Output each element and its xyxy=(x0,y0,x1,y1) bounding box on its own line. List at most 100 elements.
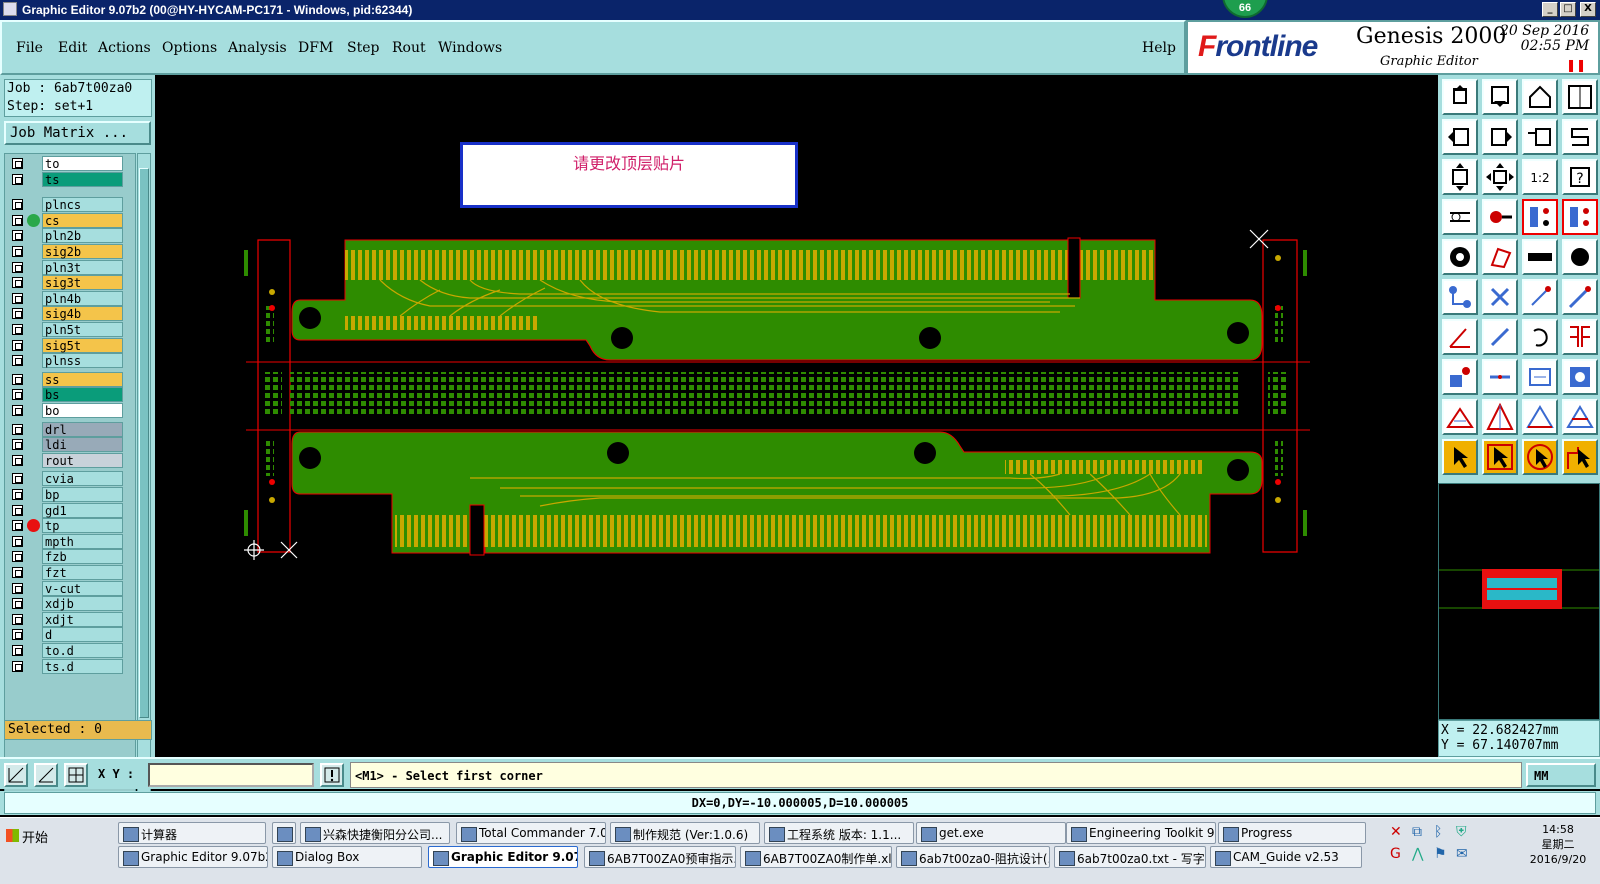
taskbar-item[interactable]: Graphic Editor 9.07b2 (... xyxy=(118,846,268,868)
help-icon[interactable]: ? xyxy=(1562,159,1598,195)
layer-name[interactable]: ts xyxy=(42,171,123,187)
app-icon[interactable] xyxy=(3,2,17,16)
triangle-cut-icon[interactable] xyxy=(1562,399,1598,435)
layer-row[interactable]: rout xyxy=(5,452,135,468)
layer-checkbox[interactable] xyxy=(12,214,23,226)
layer-row[interactable]: ts xyxy=(5,171,135,187)
layer-row[interactable]: fzb xyxy=(5,549,135,565)
layer-name[interactable]: sig2b xyxy=(42,244,123,259)
tray-bluetooth-icon[interactable]: ᛒ xyxy=(1434,824,1442,840)
layer-row[interactable]: bp xyxy=(5,487,135,502)
triangle-icon[interactable] xyxy=(1482,399,1518,435)
layer-row[interactable]: plnss xyxy=(5,353,135,369)
layer-row[interactable]: fzt xyxy=(5,565,135,580)
tray-network-icon[interactable]: ⧉ xyxy=(1412,824,1422,840)
layer-name[interactable]: xdjb xyxy=(42,596,123,612)
connect-icon[interactable] xyxy=(1442,279,1478,315)
layer-name[interactable]: sig3t xyxy=(42,275,123,291)
layer-checkbox[interactable] xyxy=(12,355,23,367)
layer-checkbox[interactable] xyxy=(12,582,23,594)
triangle-small-icon[interactable] xyxy=(1442,399,1478,435)
snap-icon[interactable] xyxy=(1482,199,1518,235)
layer-name[interactable]: ldi xyxy=(42,437,123,453)
tray-shield-icon[interactable]: ⛨ xyxy=(1456,824,1467,840)
layer-name[interactable]: v-cut xyxy=(42,580,123,596)
menu-windows[interactable]: Windows xyxy=(438,40,502,56)
layer-checkbox[interactable] xyxy=(12,520,23,532)
layer-checkbox[interactable] xyxy=(12,423,23,435)
layer-row[interactable]: to xyxy=(5,156,135,171)
layer-row[interactable]: sig3t xyxy=(5,275,135,291)
taskbar-item[interactable] xyxy=(272,822,296,844)
pan-left-icon[interactable] xyxy=(1442,119,1478,155)
zoom-center-icon[interactable] xyxy=(1482,159,1518,195)
maximize-button[interactable]: □ xyxy=(1560,2,1576,17)
line-icon[interactable] xyxy=(1482,359,1518,395)
overview-map[interactable] xyxy=(1438,483,1600,720)
layer-row[interactable]: bo xyxy=(5,403,135,418)
dimension-icon[interactable] xyxy=(1522,359,1558,395)
layer-list-scrollbar[interactable] xyxy=(137,153,151,793)
layer-checkbox[interactable] xyxy=(12,454,23,466)
line-add-icon[interactable] xyxy=(1522,279,1558,315)
layer-checkbox[interactable] xyxy=(12,439,23,451)
layer-checkbox[interactable] xyxy=(12,373,23,385)
layer-row[interactable]: pln2b xyxy=(5,228,135,244)
layer-row[interactable]: pln5t xyxy=(5,322,135,337)
layer-checkbox[interactable] xyxy=(12,158,23,169)
taskbar-item[interactable]: Progress xyxy=(1218,822,1366,844)
menu-actions[interactable]: Actions xyxy=(98,40,151,56)
taskbar-item[interactable]: Engineering Toolkit 9.0... xyxy=(1066,822,1216,844)
layer-name[interactable]: sig4b xyxy=(42,306,123,322)
layer-checkbox[interactable] xyxy=(12,389,23,401)
layer-row[interactable]: pln3t xyxy=(5,259,135,275)
group-icon[interactable] xyxy=(1562,359,1598,395)
layer-checkbox[interactable] xyxy=(12,292,23,304)
layer-checkbox[interactable] xyxy=(12,551,23,563)
taskbar-item[interactable]: 制作规范 (Ver:1.0.6) xyxy=(610,822,760,844)
system-clock[interactable]: 14:58 星期二 2016/9/20 xyxy=(1528,822,1588,867)
pointer-circle-icon[interactable] xyxy=(1522,439,1558,475)
scrollbar-thumb[interactable] xyxy=(139,168,149,718)
mirror-icon[interactable] xyxy=(1562,319,1598,355)
taskbar-item[interactable]: 6AB7T00ZA0预审指示.... xyxy=(584,846,736,868)
taskbar-item[interactable]: 工程系统 版本: 1.1... xyxy=(764,822,914,844)
layer-name[interactable]: bp xyxy=(42,487,123,502)
taskbar-item[interactable]: 计算器 xyxy=(118,822,266,844)
layer-checkbox[interactable] xyxy=(12,261,23,273)
layer-name[interactable]: to xyxy=(42,156,123,171)
layer-row[interactable]: sig2b xyxy=(5,244,135,259)
layer-name[interactable]: cs xyxy=(42,212,123,228)
menu-file[interactable]: File xyxy=(16,40,43,56)
pointer-icon[interactable] xyxy=(1442,439,1478,475)
pad-icon[interactable] xyxy=(1442,239,1478,275)
menu-analysis[interactable]: Analysis xyxy=(228,40,287,56)
layer-checkbox[interactable] xyxy=(12,199,23,211)
layer-checkbox[interactable] xyxy=(12,473,23,485)
layer-row[interactable]: gd1 xyxy=(5,502,135,518)
triangle-base-icon[interactable] xyxy=(1522,399,1558,435)
layer-row[interactable]: sig5t xyxy=(5,337,135,353)
layer-checkbox[interactable] xyxy=(12,645,23,656)
home-icon[interactable] xyxy=(1522,79,1558,115)
layer-checkbox[interactable] xyxy=(12,339,23,351)
layer-name[interactable]: sig5t xyxy=(42,337,123,353)
arc-icon[interactable] xyxy=(1522,319,1558,355)
layer-name[interactable]: ss xyxy=(42,371,123,387)
layer-name[interactable]: mpth xyxy=(42,533,123,549)
overview-drawing[interactable] xyxy=(1439,484,1599,719)
layer-checkbox[interactable] xyxy=(12,613,23,625)
tray-arrow-icon[interactable]: ⋀ xyxy=(1412,846,1423,862)
line-edit-icon[interactable] xyxy=(1562,279,1598,315)
layer-name[interactable]: rout xyxy=(42,452,123,468)
layer-name[interactable]: fzt xyxy=(42,565,123,580)
layer-checkbox[interactable] xyxy=(12,660,23,672)
layer-row[interactable]: plncs xyxy=(5,197,135,213)
tray-g-icon[interactable]: G xyxy=(1390,846,1401,862)
layer-checkbox[interactable] xyxy=(12,489,23,500)
circle-pad-icon[interactable] xyxy=(1562,239,1598,275)
layer-name[interactable]: gd1 xyxy=(42,502,123,518)
grid-icon[interactable] xyxy=(64,763,88,787)
close-button[interactable]: X xyxy=(1580,2,1596,17)
xy-input[interactable] xyxy=(148,763,314,787)
